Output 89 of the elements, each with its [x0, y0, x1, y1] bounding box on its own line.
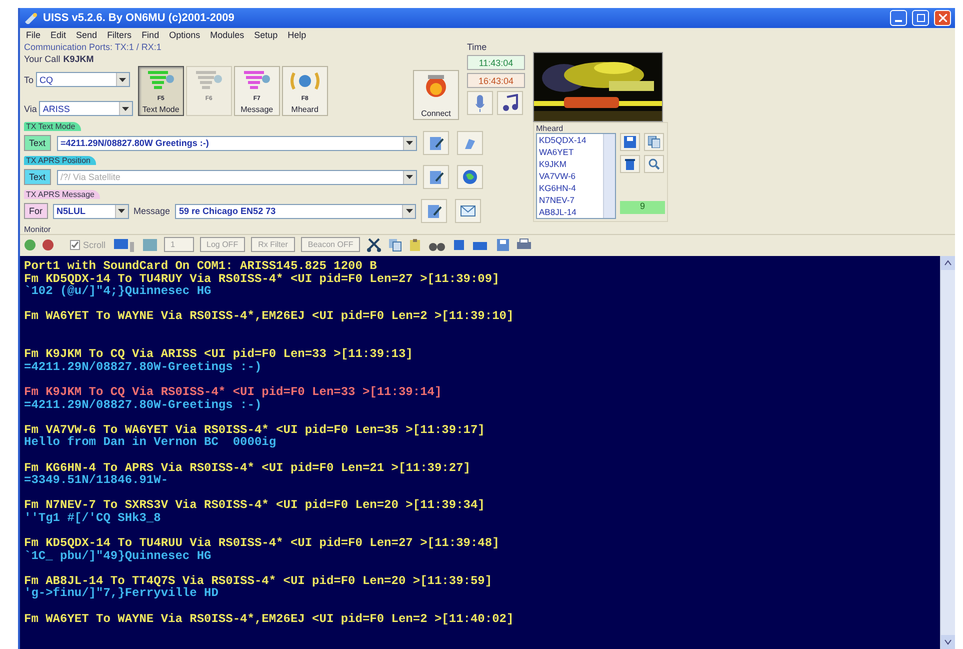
to-dropdown[interactable]: CQ — [36, 72, 130, 87]
start-icon — [24, 238, 36, 250]
packet-payload: `102 (@u/]"4;}Quinnesec HG — [24, 285, 212, 298]
status-line: Port1 with SoundCard On COM1: ARISS145.825 1200 B — [24, 260, 378, 273]
packet-payload: Hello from Dan in Vernon BC 0000ig — [24, 436, 278, 449]
to-label: To — [24, 74, 34, 84]
packet-payload: =3349.51N/11846.91W- — [24, 474, 170, 487]
satellite-icon — [24, 12, 38, 24]
group-title: TX Text Mode — [24, 122, 82, 131]
station-item[interactable]: N7NEV-7 — [539, 194, 603, 206]
save-icon — [496, 238, 510, 252]
save-icon[interactable] — [620, 133, 640, 151]
packet-payload: `1C_ pbu/]"49}Quinnesec HG — [24, 550, 212, 562]
station-item[interactable]: K9JKM — [539, 158, 603, 170]
menu-item[interactable]: Find — [142, 30, 160, 40]
menu-item[interactable]: Edit — [50, 30, 66, 40]
mheard-title: Mheard — [536, 124, 564, 133]
scissors-icon — [366, 238, 382, 252]
menu-item[interactable]: File — [26, 30, 41, 40]
packet-header: Fm WA6YET To WAYNE Via RS0ISS-4*,EM26EJ <UI pid=F0 Len=2 >[11:39:10] — [24, 310, 515, 323]
utc-time: 16:43:04 — [467, 73, 525, 88]
close-button[interactable] — [934, 10, 951, 26]
checkbox[interactable] — [70, 240, 80, 250]
packet-header: Fm AB8JL-14 To TT4Q7S Via RS0ISS-4* <UI pid=F0 Len=20 >[11:39:59] — [24, 574, 494, 588]
packet-header: Fm K9JKM To CQ Via RS0ISS-4* <UI pid=F0 Len=33 >[11:39:14] — [24, 386, 443, 399]
ports-label: Communication Ports: TX:1 / RX:1 — [24, 42, 162, 52]
printer-icon — [516, 238, 532, 252]
scroll-down-icon[interactable] — [941, 635, 955, 649]
station-item[interactable]: KG6HN-4 — [539, 182, 603, 194]
for-button[interactable]: For — [24, 203, 48, 219]
station-item[interactable]: WA6YET — [539, 146, 603, 158]
maximize-button[interactable] — [912, 10, 929, 26]
message-label: Message — [134, 206, 170, 216]
search-icon[interactable] — [644, 155, 664, 173]
close-icon — [938, 14, 946, 22]
via-dropdown[interactable]: ARISS — [38, 101, 133, 116]
packet-payload: =4211.29N/08827.80W-Greetings :-) — [24, 360, 263, 374]
station-item[interactable]: VA7VW-6 — [539, 170, 603, 182]
call-sign: K9JKM — [63, 54, 94, 64]
copy-icon[interactable] — [644, 133, 664, 151]
window-title: UISS v5.2.6. By ON6MU (c)2001-2009 — [43, 12, 236, 24]
edit-icon[interactable] — [422, 165, 449, 189]
edit-icon[interactable] — [421, 199, 448, 223]
packet-payload: =4211.29N/08827.80W-Greetings :-) — [24, 398, 263, 412]
menu-item[interactable]: Modules — [210, 30, 244, 40]
packet-payload: 'g->finu/]"7,}Ferryville HD — [24, 587, 220, 600]
scrollbar[interactable] — [603, 134, 615, 218]
copy-icon — [388, 238, 402, 252]
envelope-icon[interactable] — [455, 199, 482, 223]
recipient-dropdown[interactable]: N5LUL — [52, 204, 128, 218]
microphone-icon[interactable] — [467, 91, 493, 115]
text-field[interactable]: =4211.29N/08827.80W Greetings :-) — [56, 136, 417, 150]
connect-button[interactable]: Connect — [413, 70, 459, 120]
station-count: 9 — [620, 201, 665, 214]
via-label: Via — [24, 104, 37, 114]
text-button[interactable]: Text — [24, 135, 51, 151]
menu-item[interactable]: Setup — [254, 30, 278, 40]
group-title: TX APRS Position — [24, 156, 96, 165]
paste-icon — [408, 238, 422, 252]
time-label: Time — [467, 42, 488, 52]
edit-icon[interactable] — [422, 131, 449, 155]
menu-item[interactable]: Send — [76, 30, 98, 40]
scroll-up-icon[interactable] — [941, 256, 955, 270]
stop-circle-icon — [42, 238, 54, 250]
packet-payload: ''Tg1 #[/'CQ SHk3_8 — [24, 512, 162, 524]
packet-header: Fm K9JKM To CQ Via ARISS <UI pid=F0 Len=33 >[11:39:13] — [24, 348, 414, 361]
maximize-icon — [916, 14, 924, 22]
packet-header: Fm N7NEV-7 To SXRS3V Via RS0ISS-4* <UI pid=F0 Len=20 >[11:39:34] — [24, 499, 486, 512]
packet-header: Fm KG6HN-4 To APRS Via RS0ISS-4* <UI pid=F0 Len=21 >[11:39:27] — [24, 462, 472, 474]
packet-header: Fm KD5QDX-14 To TU4RUY Via RS0ISS-4* <UI pid=F0 Len=27 >[11:39:09] — [24, 272, 500, 286]
minimize-button[interactable] — [890, 10, 907, 26]
local-time: 11:43:04 — [467, 55, 525, 70]
menu-item[interactable]: Options — [169, 30, 200, 40]
packet-header: Fm VA7VW-6 To WA6YET Via RS0ISS-4* <UI pid=F0 Len=35 >[11:39:17] — [24, 424, 486, 436]
message-field[interactable]: 59 re Chicago EN52 73 — [175, 204, 416, 218]
trash-icon[interactable] — [620, 155, 640, 173]
packet-header: Fm WA6YET To WAYNE Via RS0ISS-4*,EM26EJ <UI pid=F0 Len=2 >[11:40:02] — [24, 612, 515, 626]
scrollbar[interactable] — [940, 256, 955, 649]
scroll-label: Scroll — [83, 240, 106, 250]
station-item[interactable]: KD5QDX-14 — [539, 134, 603, 146]
monitor-label: Monitor — [23, 224, 52, 234]
monitor-icon — [112, 238, 136, 252]
menu-item[interactable]: Filters — [107, 30, 132, 40]
call-label: Your Call — [24, 54, 60, 64]
packet-header: Fm KD5QDX-14 To TU4RUU Via RS0ISS-4* <UI pid=F0 Len=27 >[11:39:48] — [24, 537, 500, 550]
group-title: TX APRS Message — [24, 190, 100, 199]
music-icon[interactable] — [497, 91, 523, 115]
station-item[interactable]: AB8JL-14 — [539, 206, 603, 218]
menu-item[interactable]: Help — [288, 30, 306, 40]
